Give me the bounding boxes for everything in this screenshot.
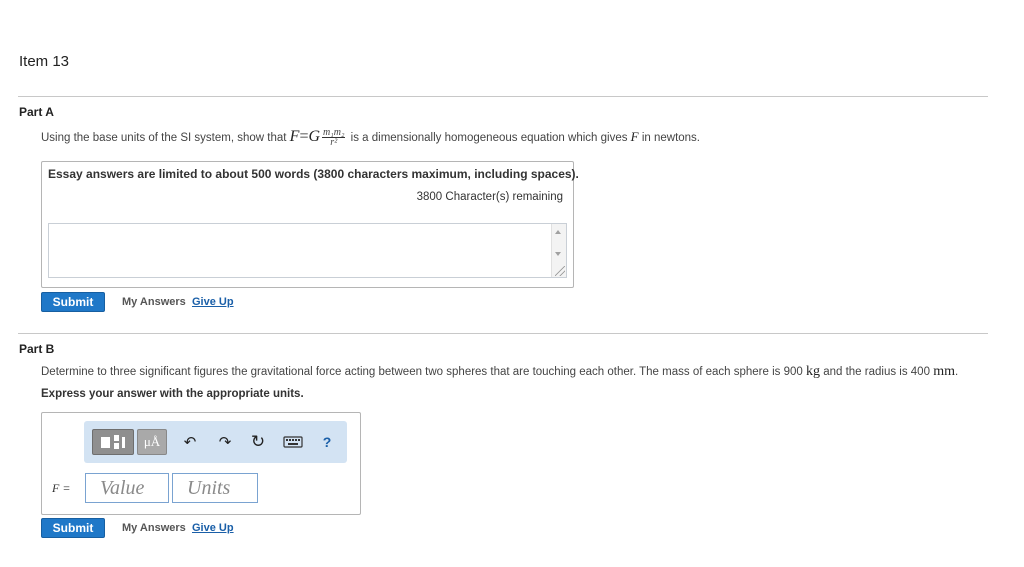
part-a-give-up-link[interactable]: Give Up bbox=[192, 296, 234, 308]
scroll-down-icon[interactable] bbox=[555, 252, 561, 256]
question-variable: F bbox=[630, 129, 639, 144]
essay-notice: Essay answers are limited to about 500 w… bbox=[48, 167, 579, 181]
redo-icon[interactable]: ↷ bbox=[215, 429, 235, 455]
part-a-submit-button[interactable]: Submit bbox=[41, 292, 105, 312]
part-a-question-prefix: Using the base units of the SI system, s… bbox=[41, 132, 287, 144]
radius-unit: mm bbox=[933, 364, 955, 379]
essay-textarea[interactable] bbox=[48, 223, 567, 278]
formula-g: G bbox=[308, 128, 321, 145]
resize-grip-icon[interactable] bbox=[555, 266, 565, 276]
part-b-question-end: . bbox=[954, 366, 959, 378]
formula-lhs: F bbox=[289, 128, 300, 145]
units-input[interactable]: Units bbox=[172, 473, 258, 503]
divider bbox=[18, 96, 988, 97]
part-a-question-suffix: in newtons. bbox=[641, 132, 701, 144]
chars-remaining: 3800 Character(s) remaining bbox=[416, 191, 563, 203]
f-label: F = bbox=[52, 481, 71, 495]
part-b-give-up-link[interactable]: Give Up bbox=[192, 522, 234, 534]
part-a-my-answers-link[interactable]: My Answers bbox=[122, 296, 186, 308]
part-b-instruction: Express your answer with the appropriate… bbox=[41, 388, 304, 400]
part-b-label: Part B bbox=[19, 342, 55, 356]
divider bbox=[18, 333, 988, 334]
keyboard-icon[interactable] bbox=[283, 429, 303, 455]
part-b-my-answers-link[interactable]: My Answers bbox=[122, 522, 186, 534]
part-b-question-mid: and the radius is 400 bbox=[823, 366, 930, 378]
mass-unit: kg bbox=[806, 364, 820, 379]
part-a-question-mid: is a dimensionally homogeneous equation … bbox=[350, 132, 628, 144]
reset-icon[interactable]: ↻ bbox=[248, 429, 268, 455]
value-input[interactable]: Value bbox=[85, 473, 169, 503]
grid-template-icon[interactable] bbox=[92, 429, 134, 455]
scroll-up-icon[interactable] bbox=[555, 230, 561, 234]
formula-denominator: r² bbox=[330, 137, 338, 149]
undo-icon[interactable]: ↶ bbox=[180, 429, 200, 455]
part-b-submit-button[interactable]: Submit bbox=[41, 518, 105, 538]
units-icon[interactable]: μÅ bbox=[137, 429, 167, 455]
math-toolbar: μÅ ↶ ↷ ↻ ? bbox=[84, 421, 347, 463]
formula-fraction: m₁m₂ r² bbox=[322, 128, 346, 149]
part-a-label: Part A bbox=[19, 105, 54, 119]
part-a-question: Using the base units of the SI system, s… bbox=[41, 128, 701, 149]
part-b-question: Determine to three significant figures t… bbox=[41, 364, 958, 380]
item-title: Item 13 bbox=[19, 53, 70, 70]
help-icon[interactable]: ? bbox=[317, 429, 337, 455]
part-b-question-prefix: Determine to three significant figures t… bbox=[41, 366, 803, 378]
